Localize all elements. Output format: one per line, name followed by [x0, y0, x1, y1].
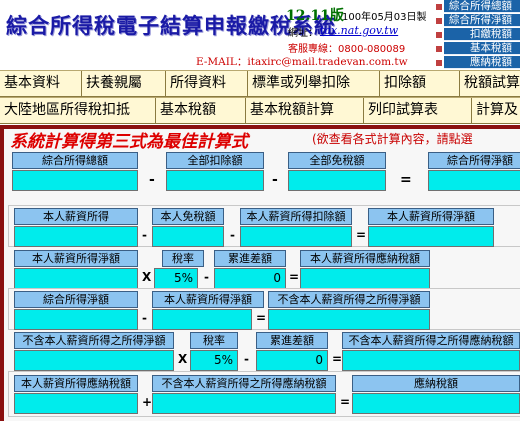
op-equals: =	[400, 172, 412, 188]
field-gross-income[interactable]	[12, 170, 138, 191]
label-self-exemption: 本人免稅額	[152, 208, 224, 225]
op-minus: -	[272, 172, 278, 188]
label-other-income-tax: 不含本人薪資所得之所得應納稅額	[342, 332, 520, 349]
bullet-icon	[436, 18, 442, 24]
op-minus: -	[244, 352, 249, 366]
label-other-income-tax: 不含本人薪資所得之所得應納稅額	[152, 375, 336, 392]
field-self-salary[interactable]	[14, 226, 138, 247]
nav-basic-tax-calc[interactable]: 基本稅額計算	[246, 98, 364, 123]
op-equals: =	[256, 311, 267, 325]
label-self-salary-net: 本人薪資所得淨額	[368, 208, 494, 225]
nav-deductions[interactable]: 標準或列舉扣除	[248, 71, 380, 96]
field-self-salary-net[interactable]	[368, 226, 494, 247]
support-email[interactable]: E-MAIL：itaxirc@mail.tradevan.com.tw	[196, 54, 408, 69]
field-other-income-net[interactable]	[14, 350, 174, 371]
side-menu-item[interactable]: 扣繳稅額	[444, 28, 520, 41]
field-net-income[interactable]	[14, 309, 138, 330]
label-other-income-net: 不含本人薪資所得之所得淨額	[14, 332, 174, 349]
op-minus: -	[142, 228, 147, 242]
label-net-income: 綜合所得淨額	[14, 291, 138, 308]
field-self-exemption[interactable]	[152, 226, 224, 247]
label-progressive-diff: 累進差額	[214, 250, 286, 267]
label-self-salary: 本人薪資所得	[14, 208, 138, 225]
label-other-income-net: 不含本人薪資所得之所得淨額	[268, 291, 430, 308]
side-menu-item[interactable]: 基本稅額	[444, 42, 520, 55]
support-hotline: 客服專線：0800-080089	[288, 44, 406, 55]
nav-mainland-credit[interactable]: 大陸地區所得稅扣抵	[0, 98, 156, 123]
bullet-icon	[436, 32, 442, 38]
nav-print-sheet[interactable]: 列印試算表	[364, 98, 472, 123]
op-equals: =	[289, 270, 300, 284]
label-self-salary-tax: 本人薪資所得應納稅額	[14, 375, 138, 392]
release-date: 100年05月03日製	[342, 12, 427, 23]
nav-basic-tax[interactable]: 基本稅額	[156, 98, 246, 123]
label-progressive-diff: 累進差額	[256, 332, 328, 349]
label-tax-rate: 稅率	[162, 250, 204, 267]
formula-hint: (欲查看各式計算內容，請點選	[312, 132, 473, 146]
op-multiply: X	[142, 270, 152, 284]
side-quick-menu: 綜合所得總額 綜合所得淨額 扣繳稅額 基本稅額 應納稅額	[436, 0, 520, 70]
op-plus: +	[142, 395, 153, 409]
field-tax-rate[interactable]: 5%	[154, 268, 198, 289]
nav-bar-secondary: 大陸地區所得稅扣抵 基本稅額 基本稅額計算 列印試算表 計算及	[0, 97, 520, 124]
op-minus: -	[204, 270, 209, 284]
label-gross-income: 綜合所得總額	[12, 152, 138, 169]
op-minus: -	[230, 228, 235, 242]
bullet-icon	[436, 46, 442, 52]
field-tax-payable[interactable]	[352, 393, 520, 414]
field-self-salary-net[interactable]	[152, 309, 252, 330]
field-self-salary-tax[interactable]	[14, 393, 138, 414]
field-other-income-tax[interactable]	[342, 350, 520, 371]
label-self-salary-net: 本人薪資所得淨額	[14, 250, 138, 267]
site-label: 網址：	[288, 28, 318, 39]
op-minus: -	[142, 311, 147, 325]
field-other-income-net[interactable]	[268, 309, 430, 330]
label-tax-rate: 稅率	[190, 332, 238, 349]
best-formula-title: 系統計算得第三式為最佳計算式	[10, 132, 248, 152]
nav-basic-info[interactable]: 基本資料	[0, 71, 82, 96]
nav-dependents[interactable]: 扶養親屬	[82, 71, 166, 96]
op-equals: =	[356, 228, 367, 242]
label-self-salary-tax: 本人薪資所得應納稅額	[300, 250, 430, 267]
nav-exemptions[interactable]: 扣除額	[380, 71, 460, 96]
label-tax-payable: 應納稅額	[352, 375, 520, 392]
op-multiply: X	[178, 352, 188, 366]
label-total-deductions: 全部扣除額	[166, 152, 264, 169]
side-menu-item[interactable]: 綜合所得總額	[444, 0, 520, 13]
field-progressive-diff[interactable]: 0	[256, 350, 328, 371]
op-equals: =	[340, 395, 351, 409]
label-net-income: 綜合所得淨額	[428, 152, 520, 169]
field-total-deductions[interactable]	[166, 170, 264, 191]
label-self-salary-deduction: 本人薪資所得扣除額	[240, 208, 352, 225]
op-equals: =	[332, 352, 343, 366]
site-link[interactable]: tax.nat.gov.tw	[320, 24, 398, 37]
side-menu-item[interactable]: 綜合所得淨額	[444, 14, 520, 27]
nav-bar-primary: 基本資料 扶養親屬 所得資料 標準或列舉扣除 扣除額 稅額試算	[0, 70, 520, 97]
nav-tax-trial[interactable]: 稅額試算	[460, 71, 520, 96]
field-net-income[interactable]	[428, 170, 520, 191]
field-self-salary-deduction[interactable]	[240, 226, 352, 247]
field-progressive-diff[interactable]: 0	[214, 268, 286, 289]
label-self-salary-net: 本人薪資所得淨額	[152, 291, 264, 308]
field-other-income-tax[interactable]	[152, 393, 336, 414]
label-total-exemptions: 全部免稅額	[288, 152, 386, 169]
field-self-salary-net[interactable]	[14, 268, 138, 289]
bullet-icon	[436, 60, 442, 66]
field-self-salary-tax[interactable]	[300, 268, 430, 289]
nav-calc-more[interactable]: 計算及	[472, 98, 520, 123]
side-menu-item[interactable]: 應納稅額	[444, 56, 520, 69]
nav-income[interactable]: 所得資料	[166, 71, 248, 96]
field-total-exemptions[interactable]	[288, 170, 386, 191]
version-label: 12.11版	[286, 8, 344, 24]
field-tax-rate[interactable]: 5%	[190, 350, 238, 371]
op-minus: -	[149, 172, 155, 188]
bullet-icon	[436, 4, 442, 10]
